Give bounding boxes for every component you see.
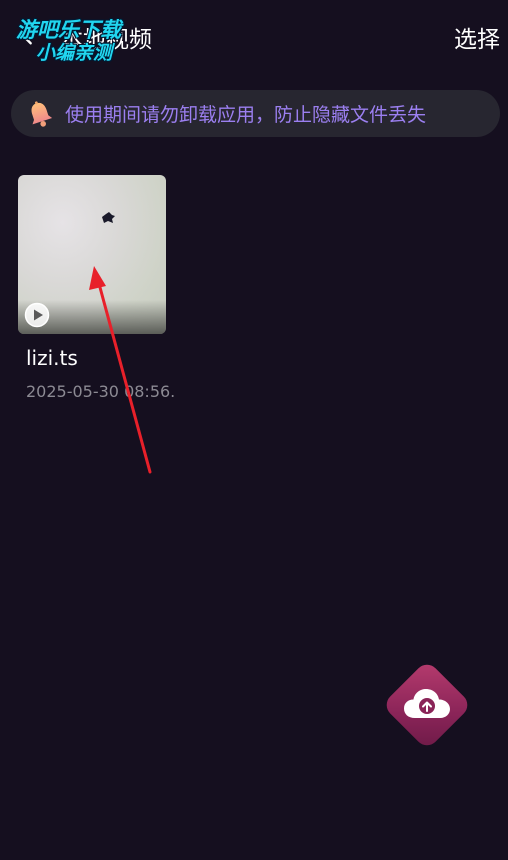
upload-button[interactable] — [381, 659, 473, 751]
video-date: 2025-05-30 08:56. — [26, 382, 176, 401]
header-bar: 本地视频 选择 — [0, 0, 508, 70]
thumbnail-figure — [102, 212, 115, 223]
notice-banner: 使用期间请勿卸载应用，防止隐藏文件丢失 — [11, 90, 500, 137]
chevron-left-icon — [21, 25, 32, 45]
video-thumbnail[interactable] — [18, 175, 166, 334]
back-button[interactable] — [12, 18, 42, 52]
video-item[interactable]: lizi.ts 2025-05-30 08:56. — [18, 175, 176, 401]
play-icon — [24, 302, 50, 328]
video-filename: lizi.ts — [26, 346, 78, 370]
select-button[interactable]: 选择 — [454, 20, 500, 54]
notice-text: 使用期间请勿卸载应用，防止隐藏文件丢失 — [65, 104, 427, 126]
bell-icon — [31, 100, 53, 127]
page-title: 本地视频 — [60, 27, 152, 53]
cloud-upload-icon — [404, 689, 450, 718]
